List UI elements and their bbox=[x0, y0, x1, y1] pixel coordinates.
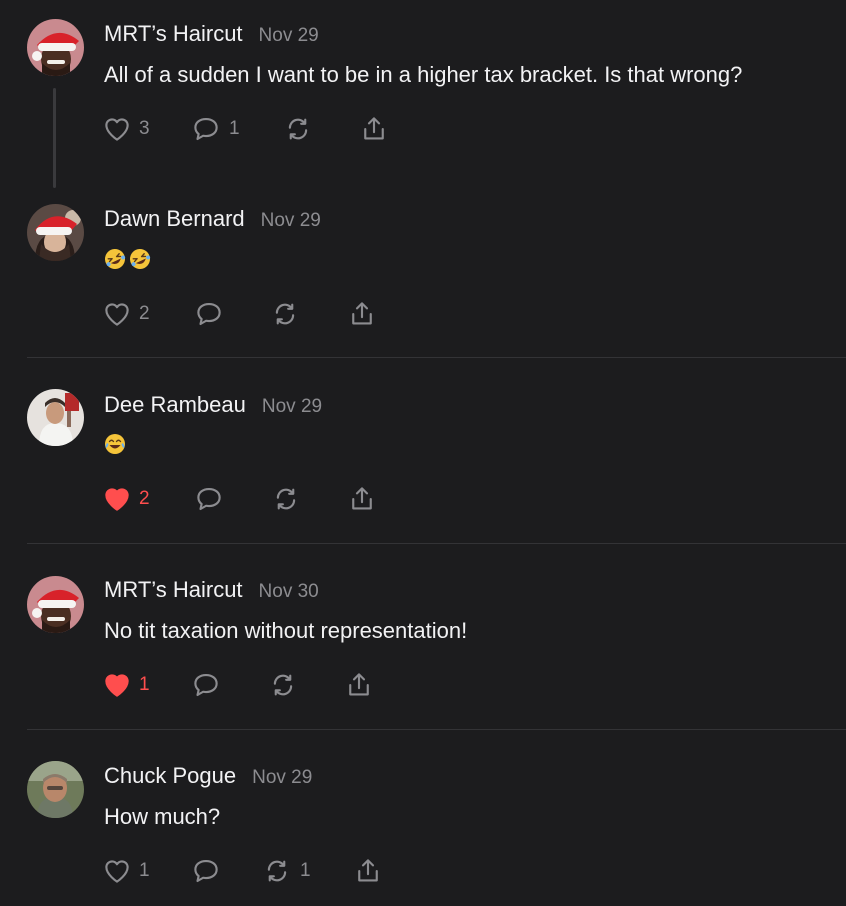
like-count: 2 bbox=[139, 488, 150, 509]
avatar[interactable] bbox=[27, 761, 84, 818]
like-count: 2 bbox=[139, 303, 150, 324]
heart-icon bbox=[105, 488, 129, 511]
comment-date[interactable]: Nov 29 bbox=[252, 767, 312, 789]
comment-header: Chuck Pogue Nov 29 bbox=[104, 763, 312, 793]
comment-date[interactable]: Nov 29 bbox=[262, 396, 322, 418]
author-name[interactable]: Chuck Pogue bbox=[104, 763, 236, 789]
author-name[interactable]: Dee Rambeau bbox=[104, 392, 246, 418]
share-icon bbox=[349, 673, 369, 696]
reply-button[interactable] bbox=[193, 484, 225, 514]
restack-icon bbox=[273, 674, 293, 696]
comment-date[interactable]: Nov 29 bbox=[261, 210, 321, 232]
heart-icon bbox=[105, 860, 129, 883]
share-icon bbox=[364, 117, 384, 140]
face-with-tears-of-joy-emoji bbox=[105, 434, 125, 454]
avatar[interactable] bbox=[27, 576, 84, 633]
share-icon bbox=[352, 302, 372, 325]
share-icon bbox=[352, 487, 372, 510]
comment-thread: MRT’s Haircut Nov 29 All of a sudden I w… bbox=[0, 0, 846, 906]
like-button[interactable]: 2 bbox=[102, 299, 150, 329]
rolling-on-floor-laughing-emoji bbox=[130, 249, 151, 269]
restack-icon bbox=[267, 860, 287, 882]
comment-header: MRT’s Haircut Nov 30 bbox=[104, 577, 319, 607]
avatar[interactable] bbox=[27, 19, 84, 76]
comment-divider bbox=[27, 357, 846, 358]
restack-button[interactable] bbox=[282, 114, 314, 144]
avatar[interactable] bbox=[27, 389, 84, 446]
like-count: 3 bbox=[139, 118, 150, 139]
comment-date[interactable]: Nov 29 bbox=[259, 25, 319, 47]
comment-icon bbox=[194, 117, 218, 141]
comment-header: Dawn Bernard Nov 29 bbox=[104, 206, 321, 236]
heart-icon bbox=[105, 118, 129, 141]
reply-button[interactable] bbox=[193, 299, 225, 329]
comment-header: Dee Rambeau Nov 29 bbox=[104, 392, 322, 422]
comment-icon bbox=[194, 673, 218, 697]
like-count: 1 bbox=[139, 674, 150, 695]
share-button[interactable] bbox=[347, 484, 377, 514]
restack-button[interactable] bbox=[270, 484, 302, 514]
author-name[interactable]: MRT’s Haircut bbox=[104, 577, 243, 603]
like-button[interactable]: 1 bbox=[102, 670, 150, 700]
comment-text: How much? bbox=[104, 804, 221, 829]
restack-button[interactable] bbox=[269, 299, 301, 329]
share-button[interactable] bbox=[359, 114, 389, 144]
share-button[interactable] bbox=[347, 299, 377, 329]
comment-divider bbox=[27, 543, 846, 544]
avatar[interactable] bbox=[27, 204, 84, 261]
comment-text bbox=[103, 247, 152, 271]
like-button[interactable]: 2 bbox=[102, 484, 150, 514]
comment-icon bbox=[194, 859, 218, 883]
reply-button[interactable] bbox=[190, 670, 222, 700]
reply-count: 1 bbox=[229, 118, 240, 139]
like-button[interactable]: 1 bbox=[102, 856, 150, 886]
comment-text: No tit taxation without representation! bbox=[104, 618, 468, 643]
like-button[interactable]: 3 bbox=[102, 114, 150, 144]
rolling-on-floor-laughing-emoji bbox=[105, 249, 126, 269]
comment-icon bbox=[197, 487, 221, 511]
heart-icon bbox=[105, 674, 129, 697]
heart-icon bbox=[105, 303, 129, 326]
restack-icon bbox=[288, 118, 308, 140]
restack-button[interactable] bbox=[267, 670, 299, 700]
author-name[interactable]: Dawn Bernard bbox=[104, 206, 245, 232]
thread-connector-line bbox=[53, 88, 56, 188]
share-icon bbox=[358, 859, 378, 882]
comment-header: MRT’s Haircut Nov 29 bbox=[104, 21, 319, 51]
comment-text: All of a sudden I want to be in a higher… bbox=[104, 62, 743, 87]
restack-button[interactable]: 1 bbox=[261, 856, 311, 886]
reply-button[interactable] bbox=[190, 856, 222, 886]
restack-icon bbox=[275, 303, 295, 325]
like-count: 1 bbox=[139, 860, 150, 881]
reply-button[interactable]: 1 bbox=[190, 114, 240, 144]
author-name[interactable]: MRT’s Haircut bbox=[104, 21, 243, 47]
comment-icon bbox=[197, 302, 221, 326]
comment-divider bbox=[27, 729, 846, 730]
share-button[interactable] bbox=[344, 670, 374, 700]
restack-icon bbox=[276, 488, 296, 510]
restack-count: 1 bbox=[300, 860, 311, 881]
comment-text bbox=[103, 432, 127, 456]
comment-date[interactable]: Nov 30 bbox=[259, 581, 319, 603]
share-button[interactable] bbox=[353, 856, 383, 886]
